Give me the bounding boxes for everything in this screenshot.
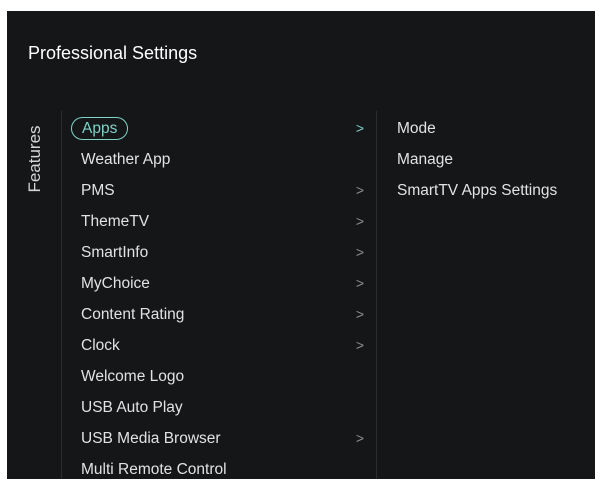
divider-left [61,111,62,479]
menu-item-apps[interactable]: Apps > [69,113,369,144]
page-title: Professional Settings [28,43,198,63]
section-label-features: Features [25,125,44,193]
chevron-right-icon: > [355,213,365,229]
menu-item-usb-media-browser[interactable]: USB Media Browser > [69,423,369,454]
menu-item-content-rating[interactable]: Content Rating > [69,299,369,330]
chevron-right-icon: > [355,337,365,353]
menu-item-label: MyChoice [81,275,150,292]
chevron-right-icon: > [355,182,365,198]
menu-item-multi-remote-control[interactable]: Multi Remote Control [69,454,369,479]
menu-item-welcome-logo[interactable]: Welcome Logo [69,361,369,392]
chevron-right-icon: > [355,244,365,260]
menu-item-label: ThemeTV [81,213,150,230]
menu-item-usb-auto-play[interactable]: USB Auto Play [69,392,369,423]
menu-item-label: Apps [71,117,129,140]
chevron-right-icon: > [355,430,365,446]
menu-item-label: Clock [81,337,120,354]
menu-item-label: Welcome Logo [81,368,185,385]
menu-item-label: Multi Remote Control [81,461,227,478]
chevron-right-icon: > [355,120,365,136]
menu-item-label: USB Media Browser [81,430,221,447]
apps-submenu: Mode Manage SmartTV Apps Settings [397,113,592,206]
divider-mid [376,111,377,479]
features-menu: Apps > Weather App PMS > ThemeTV > Smart… [69,113,369,479]
menu-item-label: Content Rating [81,306,185,323]
menu-item-clock[interactable]: Clock > [69,330,369,361]
submenu-item-smarttv-apps-settings[interactable]: SmartTV Apps Settings [397,175,592,206]
menu-item-pms[interactable]: PMS > [69,175,369,206]
submenu-item-mode[interactable]: Mode [397,113,592,144]
chevron-right-icon: > [355,275,365,291]
menu-item-mychoice[interactable]: MyChoice > [69,268,369,299]
submenu-item-manage[interactable]: Manage [397,144,592,175]
menu-item-label: USB Auto Play [81,399,183,416]
menu-item-label: PMS [81,182,115,199]
menu-item-label: SmartInfo [81,244,149,261]
menu-item-label: Weather App [81,151,171,168]
menu-item-smartinfo[interactable]: SmartInfo > [69,237,369,268]
menu-item-weather-app[interactable]: Weather App [69,144,369,175]
chevron-right-icon: > [355,306,365,322]
menu-item-themetv[interactable]: ThemeTV > [69,206,369,237]
tv-settings-screen: Professional Settings Features Apps > We… [7,11,595,479]
